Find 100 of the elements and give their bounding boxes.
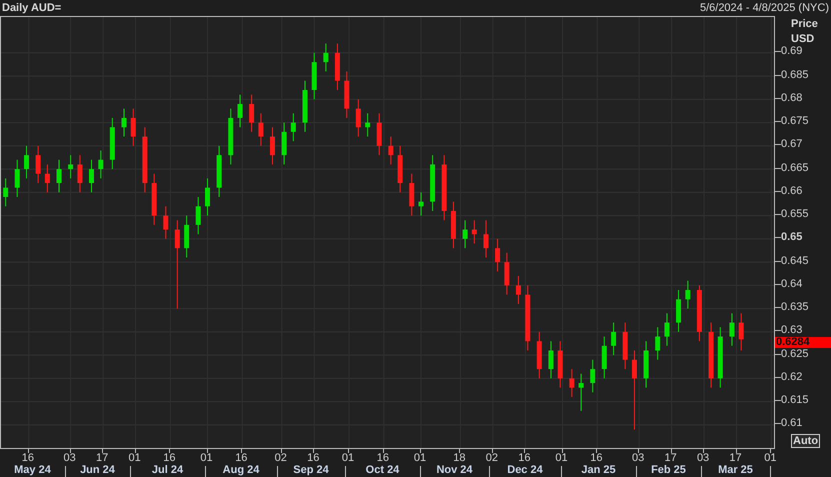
candlestick [418,192,424,216]
month-label: Dec 24 [506,464,544,477]
month-label: Jun 24 [79,464,116,477]
last-price-marker: 0.6284 [775,336,831,348]
day-label: 03 [62,452,77,465]
day-label: 01 [763,452,778,465]
day-label: 16 [306,452,320,465]
price-label: 0.69 [781,46,802,58]
candlestick [258,112,264,146]
auto-button[interactable]: Auto [791,434,820,448]
price-label: 0.645 [781,256,809,267]
candlestick [110,117,115,170]
candlestick [152,173,157,226]
candlestick [14,159,20,198]
date-range: 5/6/2024 - 4/8/2025 (NYC) [700,0,829,16]
candlestick [130,108,136,146]
day-label: 17 [663,452,678,465]
candlestick [334,43,340,91]
candlestick [398,145,403,193]
day-label: 18 [452,452,467,465]
candlestick [685,280,690,310]
candlestick [121,108,126,138]
candlestick [622,322,628,370]
candlestick [142,126,148,193]
axis-title: Price [791,17,818,32]
price-label: 0.685 [781,70,809,81]
candlestick [238,94,242,128]
price-label: 0.635 [781,302,809,314]
candlestick [602,336,607,379]
candlestick [44,164,50,193]
candlestick [525,284,530,351]
candlestick [611,322,616,356]
candlestick [558,340,563,388]
month-label: May 24 [13,464,52,477]
candlestick [365,112,370,138]
month-label: Jul 24 [150,464,184,477]
candlestick [344,70,350,118]
candlestick [290,112,296,142]
price-label: 0.62 [781,372,802,383]
price-label: 0.63 [781,325,802,336]
day-label: 16 [20,452,35,465]
candlestick [56,159,62,193]
price-label: 0.64 [781,278,802,290]
day-label: 17 [728,452,743,465]
price-label: 0.675 [781,116,809,128]
day-label: 01 [127,452,142,465]
candlestick [205,178,210,216]
candlestick [68,154,74,179]
day-label: 01 [340,452,356,465]
day-label: 01 [412,452,428,465]
candlestick [98,150,104,179]
candlestick [729,312,734,346]
candlestick [184,215,190,258]
candlestick [388,136,394,165]
candlestick [376,112,382,156]
day-label: 16 [517,452,532,465]
candlestick [536,331,542,379]
candlestick [430,154,436,212]
month-label: Mar 25 [717,464,754,477]
day-label: 17 [94,452,110,465]
month-label: Jan 25 [580,464,617,477]
price-label: 0.615 [781,395,809,406]
candlestick [216,145,222,198]
candlestick [77,154,82,193]
month-label: Aug 24 [222,464,260,477]
candlestick [578,373,584,412]
price-label: 0.68 [781,92,802,104]
price-label: 0.66 [781,186,802,197]
price-label: 0.67 [781,139,802,150]
day-label: 01 [554,452,569,465]
candlestick [696,284,702,342]
day-label: 16 [234,452,248,465]
candlestick [89,159,94,193]
price-label: 0.61 [781,418,802,430]
price-label: 0.665 [781,162,809,174]
candlestick [676,290,682,332]
candlestick [655,326,660,360]
candlestick [516,276,521,304]
candlestick [590,359,596,393]
candlestick [504,252,510,296]
axis-unit: USD [791,32,814,46]
candlestick [495,238,500,272]
candlestick [664,312,670,346]
candlestick [163,206,168,240]
month-label: Sep 24 [292,464,330,477]
candlestick [228,108,234,165]
candlestick [270,126,275,165]
day-label: 16 [589,452,604,465]
day-label: 16 [376,452,390,465]
candlestick [472,220,477,244]
candlestick [450,201,456,249]
candlestick [483,220,488,258]
candlestick [323,43,328,72]
candlestick [3,178,8,207]
candlestick [442,154,447,221]
month-label: Feb 25 [650,464,687,477]
candlestick [302,80,308,132]
candlestick [196,196,201,235]
candlestick [718,326,723,388]
day-label: 03 [696,452,710,465]
